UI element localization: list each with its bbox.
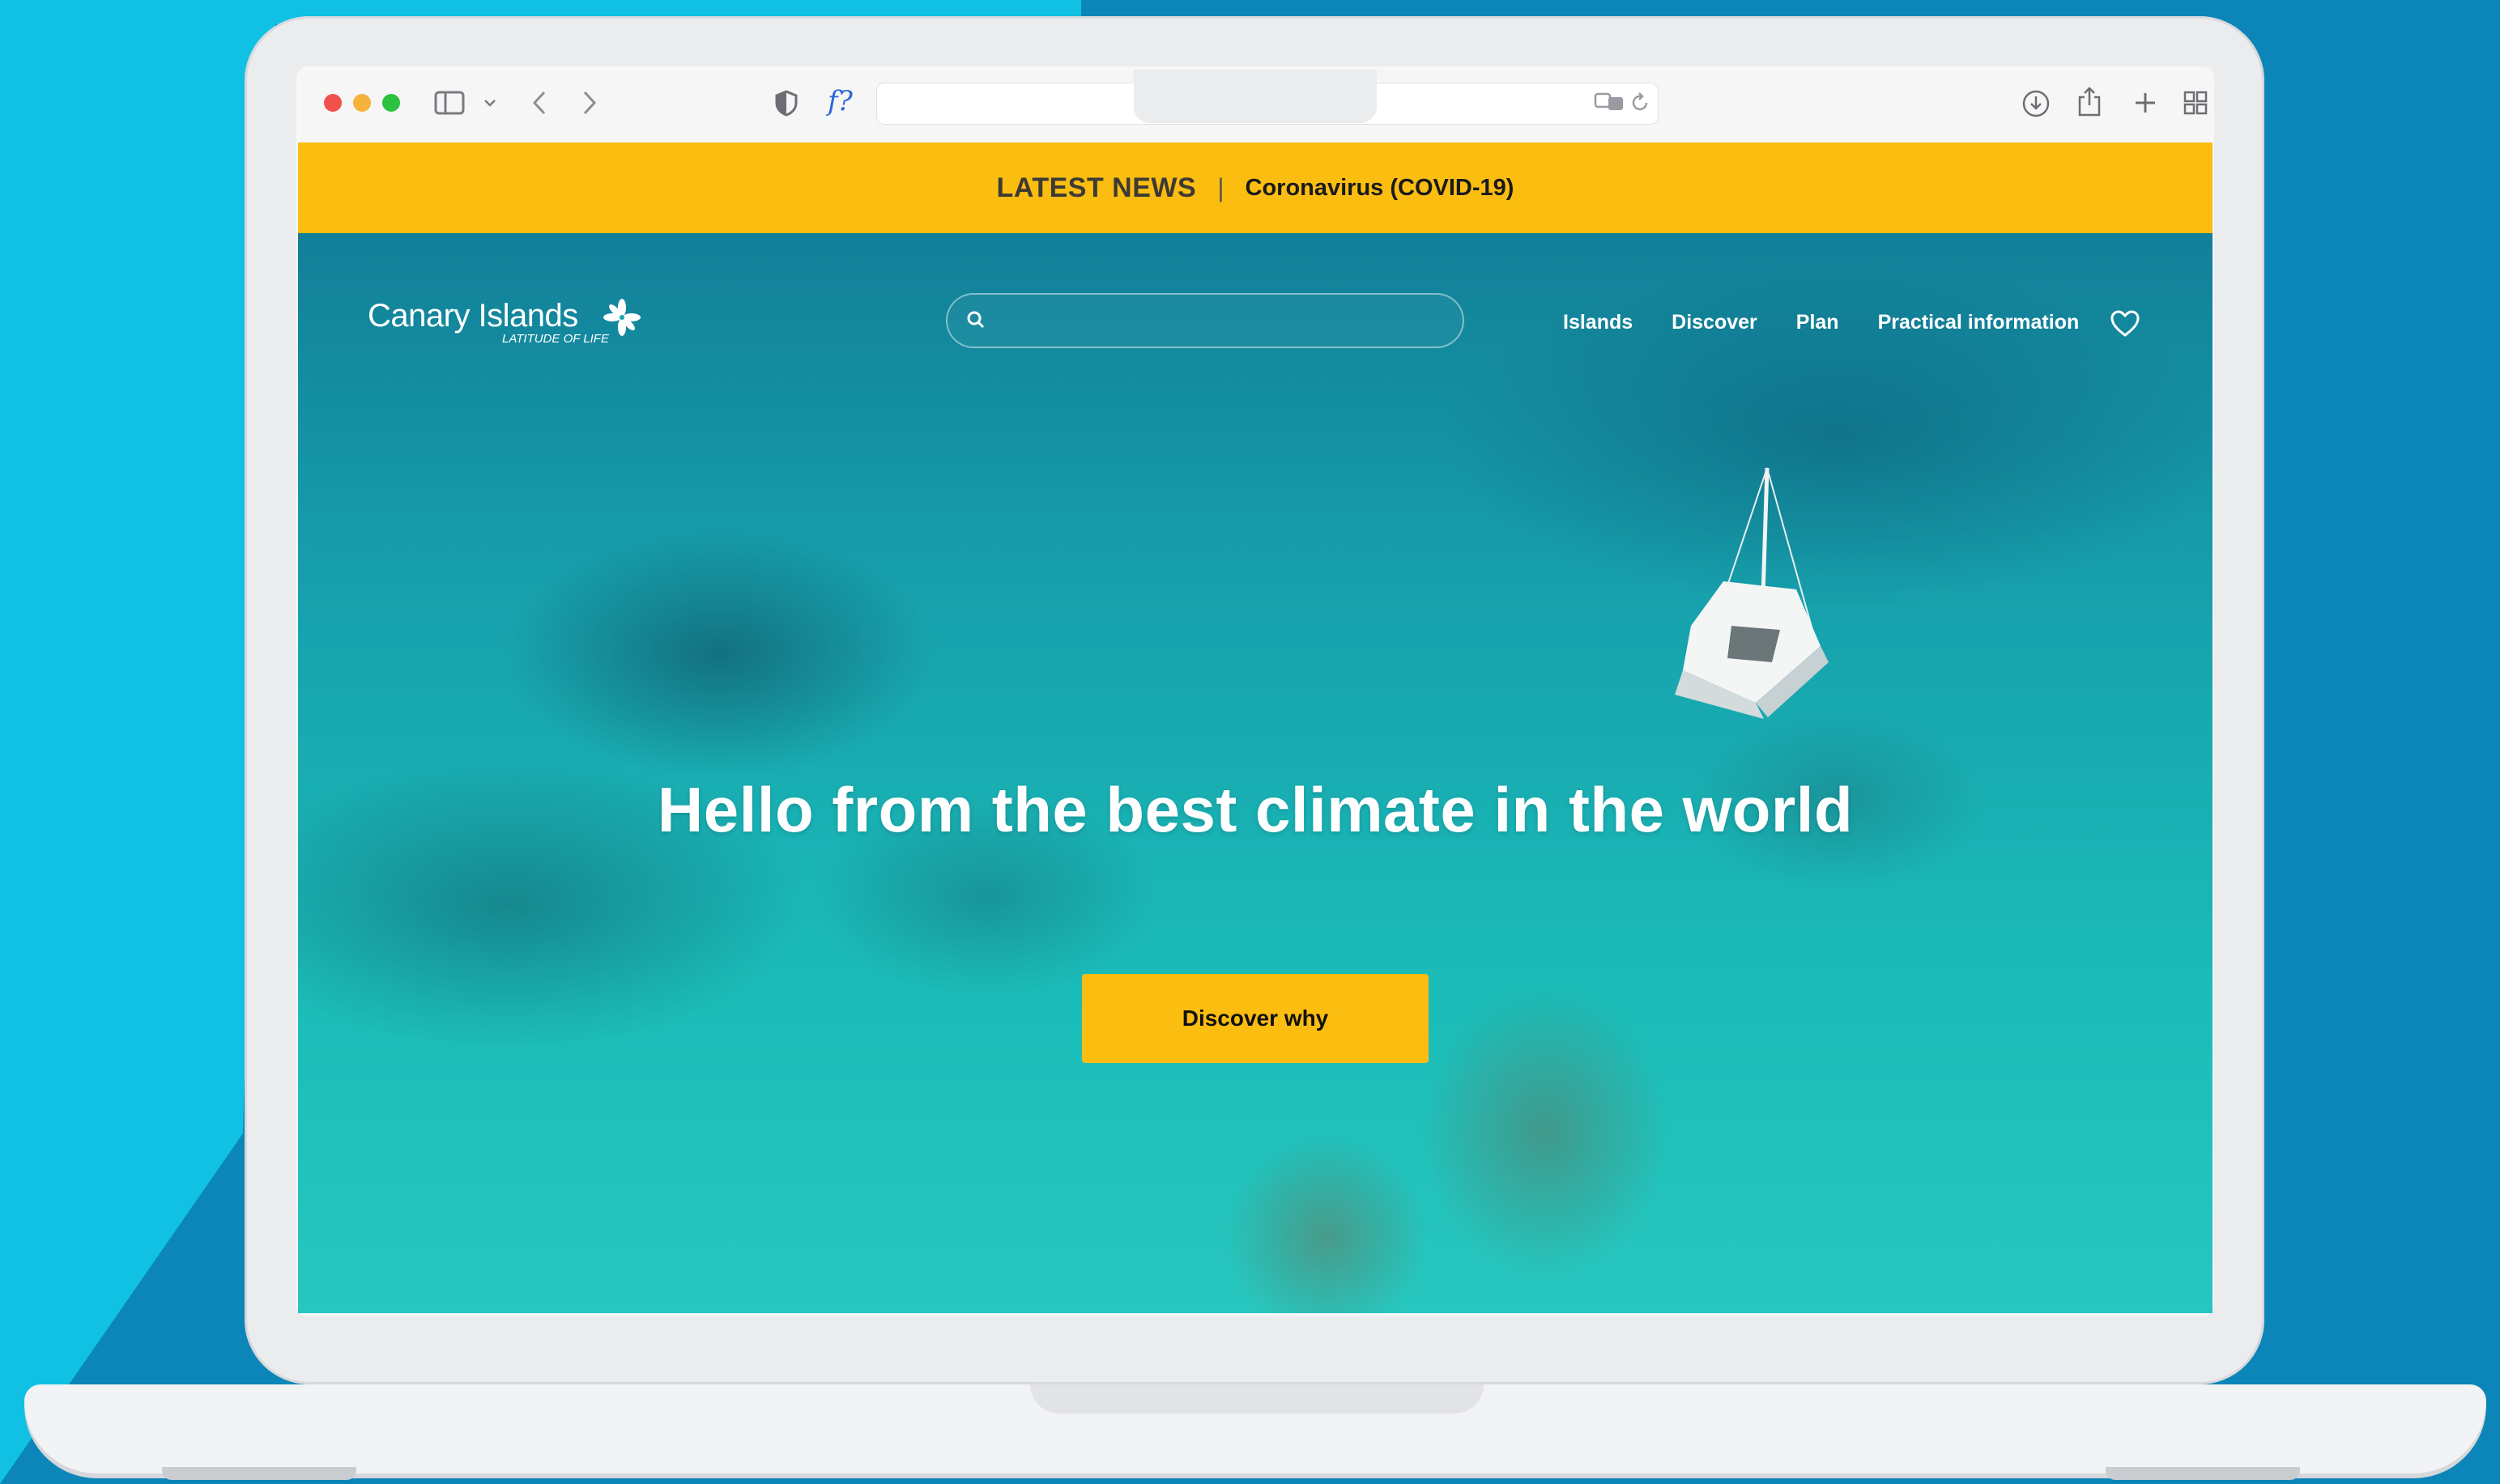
translate-icon[interactable]: [1594, 91, 1626, 113]
nav-practical-information[interactable]: Practical information: [1878, 311, 2080, 334]
brand-tagline: LATITUDE OF LIFE: [502, 332, 609, 346]
laptop-base-notch: [1030, 1384, 1484, 1414]
latest-news-label: LATEST NEWS: [996, 172, 1197, 203]
brand-name: Canary Islands: [368, 298, 578, 334]
close-window-button[interactable]: [324, 94, 342, 112]
discover-why-button[interactable]: Discover why: [1082, 974, 1429, 1063]
main-nav: Islands Discover Plan Practical informat…: [1563, 311, 2079, 334]
heart-icon[interactable]: [2109, 308, 2141, 340]
zoom-window-button[interactable]: [382, 94, 400, 112]
forward-icon[interactable]: [580, 89, 599, 117]
nav-islands[interactable]: Islands: [1563, 311, 1633, 334]
chevron-down-icon[interactable]: [483, 97, 497, 108]
hero-section: Canary Islands LATITUDE OF LIFE Islands …: [298, 233, 2213, 1313]
nav-discover[interactable]: Discover: [1672, 311, 1757, 334]
reload-icon[interactable]: [1631, 92, 1650, 113]
laptop-foot-left: [162, 1467, 356, 1480]
nav-plan[interactable]: Plan: [1796, 311, 1839, 334]
latest-news-bar: LATEST NEWS | Coronavirus (COVID-19): [298, 142, 2213, 233]
canary-islands-logo[interactable]: Canary Islands LATITUDE OF LIFE: [368, 298, 641, 346]
font-inspector-icon[interactable]: f?: [828, 87, 853, 115]
search-input[interactable]: [999, 303, 1456, 340]
back-icon[interactable]: [530, 89, 549, 117]
camera-notch: [1134, 70, 1377, 123]
laptop-foot-right: [2106, 1467, 2300, 1480]
hero-headline: Hello from the best climate in the world: [657, 774, 1854, 846]
minimize-window-button[interactable]: [353, 94, 371, 112]
new-tab-icon[interactable]: [2133, 91, 2157, 115]
tab-overview-icon[interactable]: [2183, 91, 2208, 115]
share-icon[interactable]: [2076, 86, 2102, 118]
search-box[interactable]: [946, 293, 1464, 348]
covid-news-link[interactable]: Coronavirus (COVID-19): [1246, 175, 1514, 202]
flower-logo-icon: [603, 299, 641, 336]
search-icon[interactable]: [964, 308, 990, 334]
sidebar-toggle-icon[interactable]: [434, 91, 465, 115]
download-icon[interactable]: [2021, 89, 2051, 118]
news-separator: |: [1217, 172, 1224, 202]
shield-icon[interactable]: [774, 89, 799, 117]
catamaran-image: [1675, 467, 1829, 719]
